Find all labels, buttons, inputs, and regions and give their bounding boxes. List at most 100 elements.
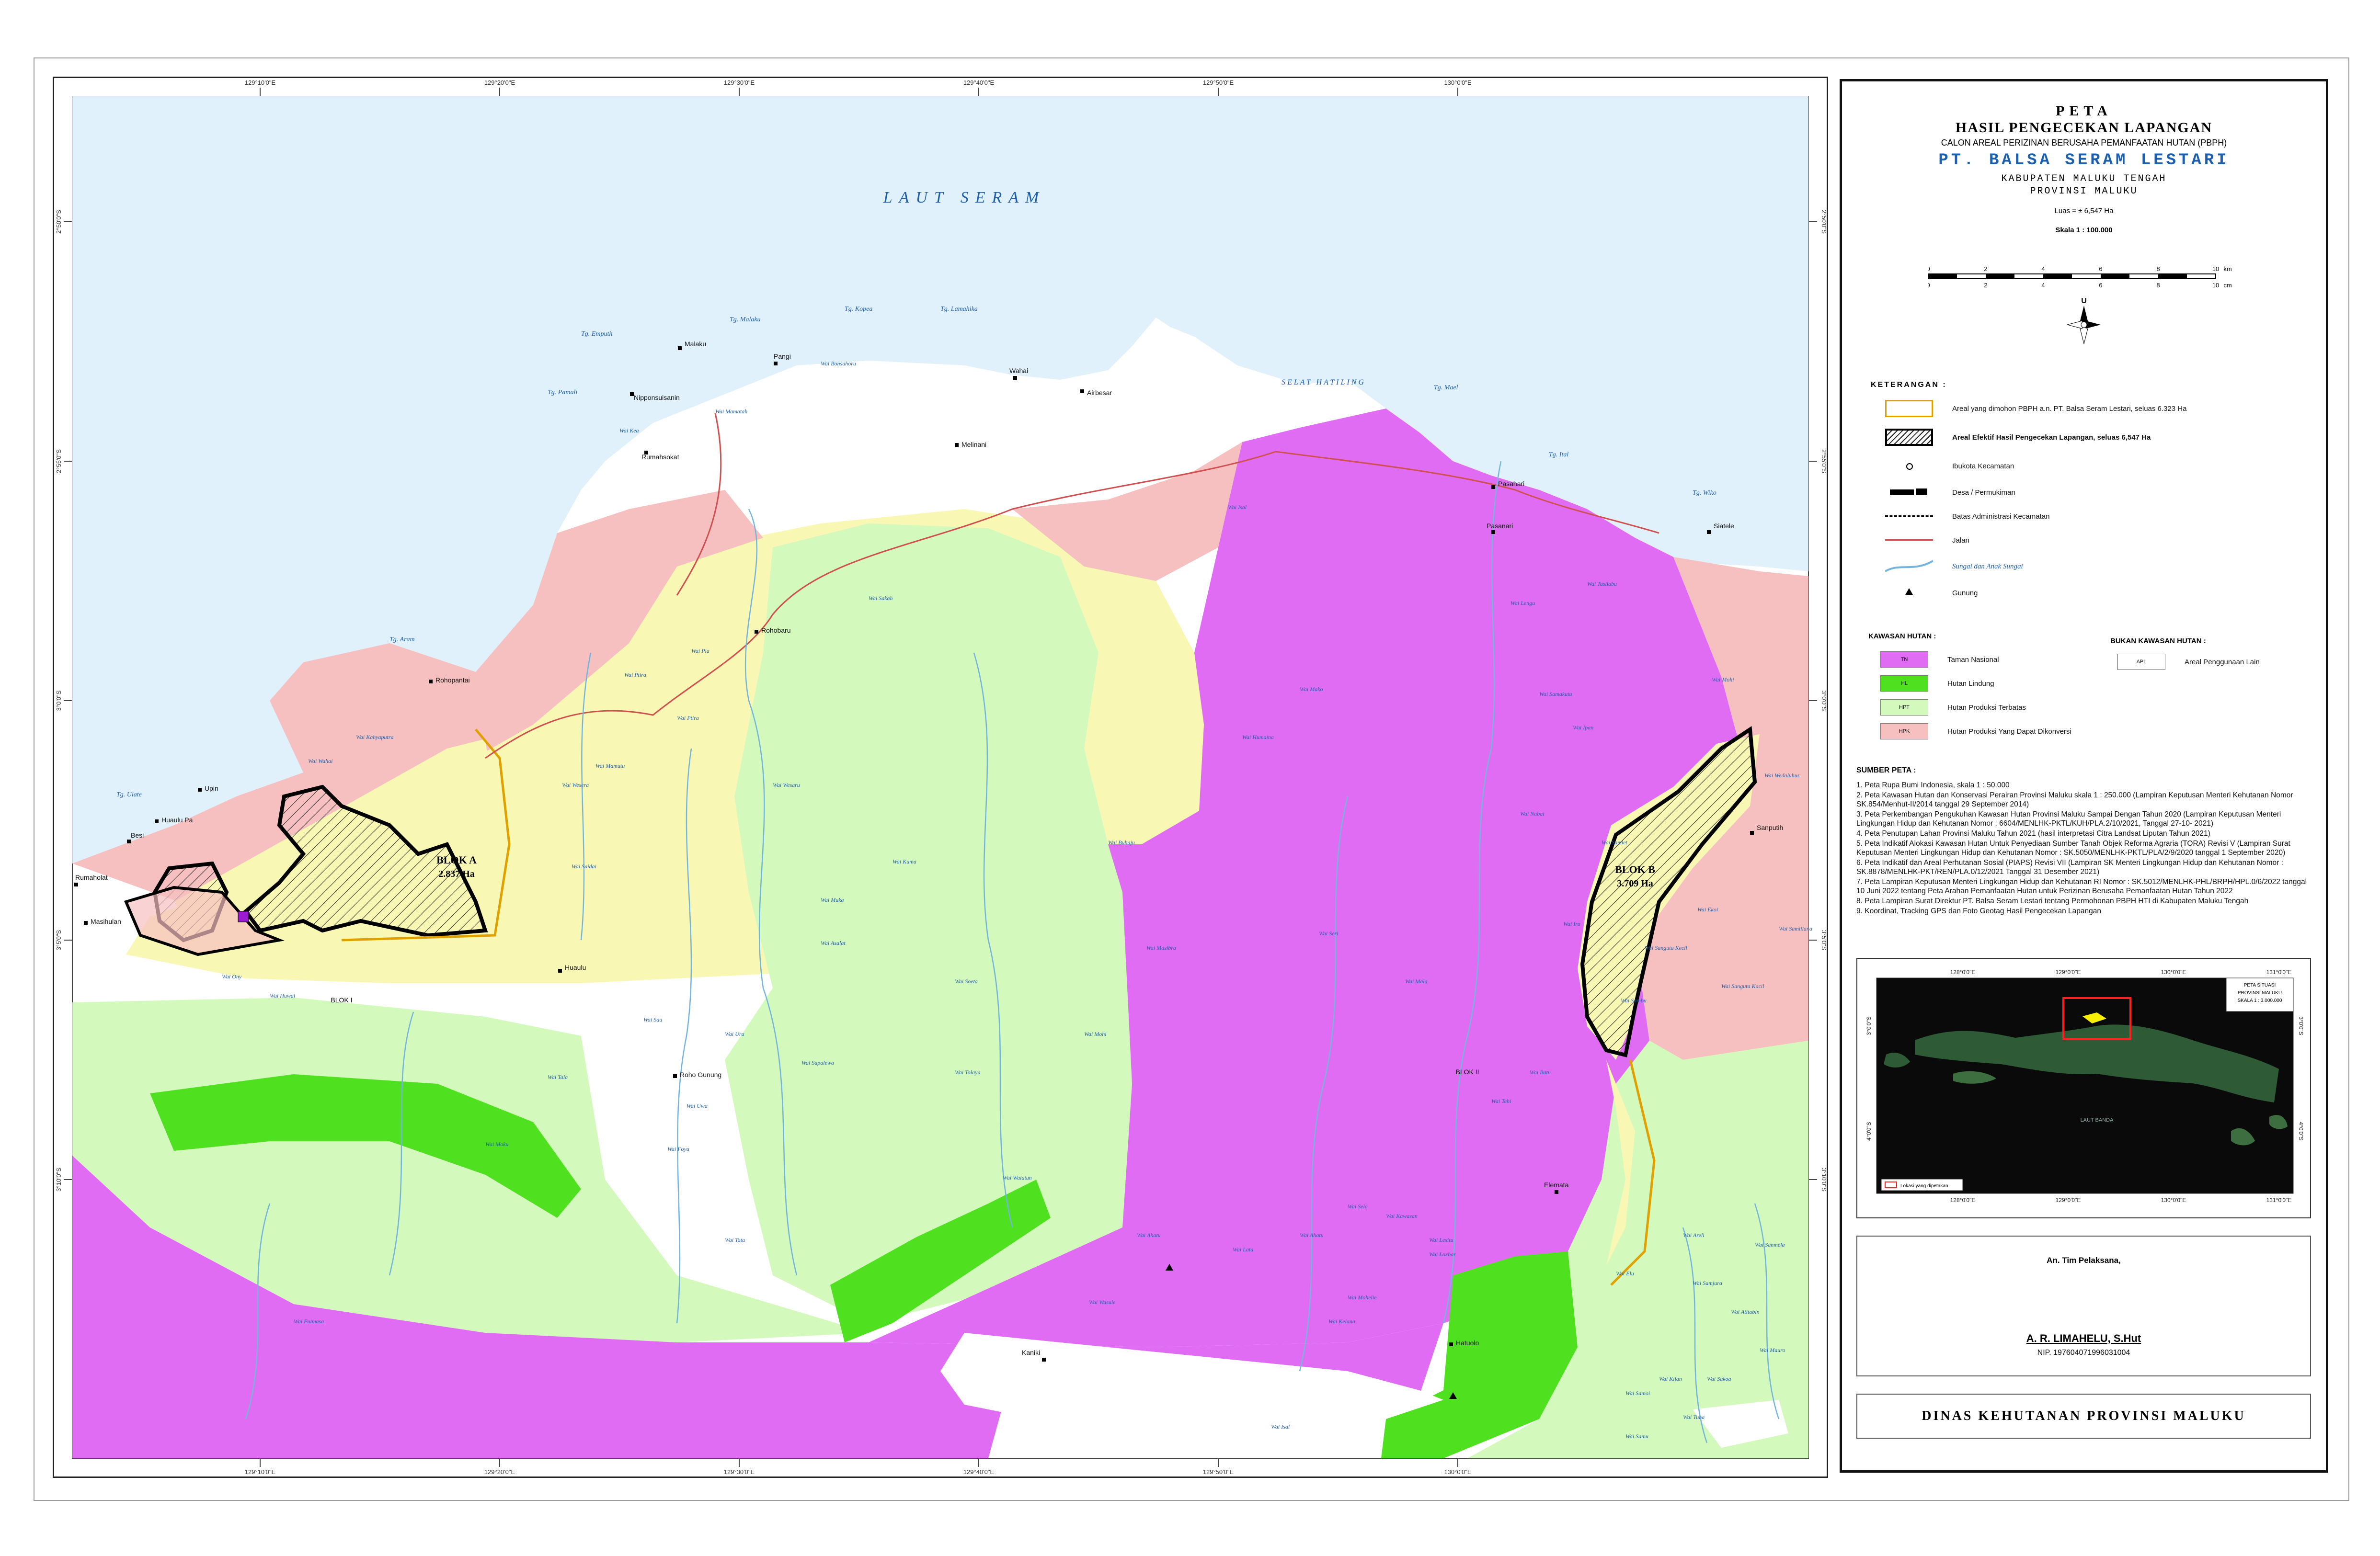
lon-tick-label: 129°40'0"E xyxy=(963,1468,995,1476)
svg-text:3°0'0"S: 3°0'0"S xyxy=(1865,1016,1872,1035)
river-label: Wai Samlilana xyxy=(1779,925,1812,932)
source-item: 4. Peta Penutupan Lahan Provinsi Maluku … xyxy=(1856,829,2210,838)
svg-text:130°0'0"E: 130°0'0"E xyxy=(2161,969,2186,976)
legend-label: Gunung xyxy=(1952,589,1978,597)
hpk-swatch: HPK xyxy=(1880,723,1928,739)
lon-tick-label: 129°40'0"E xyxy=(963,79,995,86)
svg-text:Masihulan: Masihulan xyxy=(91,918,121,925)
hpt-swatch: HPT xyxy=(1880,699,1928,716)
legend-label: Hutan Lindung xyxy=(1947,679,1994,688)
river-label: Wai Kea xyxy=(619,427,639,434)
river-label: Wai Mala xyxy=(1405,978,1428,985)
legend-label: Hutan Produksi Terbatas xyxy=(1947,703,2026,712)
svg-text:2: 2 xyxy=(1984,282,1987,289)
river-label: Wai Ptira xyxy=(624,671,646,678)
svg-text:PROVINSI MALUKU: PROVINSI MALUKU xyxy=(2238,990,2282,996)
apl-swatch: APL xyxy=(2117,654,2165,670)
lat-tick-label: 3°10'0"S xyxy=(1820,1168,1827,1192)
map-frame: 129°10'0"E 129°20'0"E 129°30'0"E 129°40'… xyxy=(53,77,1828,1478)
river-label: Wai Ura xyxy=(725,1031,744,1037)
tn-swatch: TN xyxy=(1880,651,1928,668)
signer-nip: NIP. 197604071996031004 xyxy=(2037,1349,2130,1357)
river-label: Wai Ptira xyxy=(677,715,699,721)
source-item: 7. Peta Lampiran Keputusan Menteri Lingk… xyxy=(1856,878,2307,895)
source-item: 5. Peta Indikatif Alokasi Kawasan Hutan … xyxy=(1856,840,2290,857)
legend-title: KETERANGAN : xyxy=(1871,381,1947,389)
svg-text:Besi: Besi xyxy=(131,831,144,839)
svg-text:130°0'0"E: 130°0'0"E xyxy=(2161,1197,2186,1204)
river-label: Wai Ahatu xyxy=(1137,1232,1161,1238)
river-label: Wai Mohelie xyxy=(1348,1294,1377,1301)
cape-label: Tg. Ital xyxy=(1549,451,1568,458)
mountain-icon xyxy=(1885,584,1933,602)
svg-text:Pangi: Pangi xyxy=(774,352,791,360)
cape-label: Tg. Emputh xyxy=(581,330,612,338)
village-marker: Roho Gunung xyxy=(673,1071,721,1079)
river-icon xyxy=(1884,558,1934,575)
lon-tick-label: 129°10'0"E xyxy=(245,79,276,86)
river-label: Wai Buhaju xyxy=(1108,839,1135,846)
lat-tick-label: 3°0'0"S xyxy=(55,690,62,711)
area-text: Luas = ± 6,547 Ha xyxy=(2054,207,2114,215)
svg-text:10: 10 xyxy=(2212,265,2219,273)
province-name: PROVINSI MALUKU xyxy=(2030,186,2138,197)
lat-tick-label: 3°5'0"S xyxy=(55,930,62,950)
svg-text:0: 0 xyxy=(1928,282,1930,289)
river-label: Wai Kuma xyxy=(892,858,916,865)
river-label: Wai Lesitu xyxy=(1429,1237,1453,1243)
pbph-symbol xyxy=(1885,400,1933,417)
legend-panel: PETA HASIL PENGECEKAN LAPANGAN CALON ARE… xyxy=(1840,79,2328,1473)
river-label: Wai Tasilabu xyxy=(1587,580,1617,587)
scale-bar: 0 2 4 6 8 10 km 0 2 4 6 8 10 cm xyxy=(1926,263,2231,292)
river-label: Wai Sanguta Kacil xyxy=(1721,983,1764,989)
river-label: Wai Sapalewa xyxy=(801,1059,834,1066)
river-label: Wai Mohi xyxy=(1084,1031,1107,1037)
river-label: Wai Muka xyxy=(821,897,844,903)
lat-tick-label: 2°55'0"S xyxy=(1820,449,1827,473)
river-label: Wai Wedaluhus xyxy=(1764,772,1800,779)
svg-text:10: 10 xyxy=(2212,282,2219,289)
river-label: Wai Tolaya xyxy=(955,1069,980,1076)
river-label: Wai Mako xyxy=(1300,686,1323,693)
legend-label: Areal yang dimohon PBPH a.n. PT. Balsa S… xyxy=(1952,404,2187,413)
river-label: Wai Areli xyxy=(1683,1232,1705,1238)
legend-tn: TN Taman Nasional xyxy=(1880,651,1999,668)
svg-text:6: 6 xyxy=(2099,282,2102,289)
effective-area-symbol xyxy=(1885,429,1933,446)
river-label: Wai Huwal xyxy=(270,992,296,999)
river-label: Wai Loxbar xyxy=(1429,1251,1456,1258)
river-label: Wai Tehi xyxy=(1491,1098,1511,1104)
legend-label: Taman Nasional xyxy=(1947,655,1999,664)
svg-text:131°0'0"E: 131°0'0"E xyxy=(2266,969,2292,976)
svg-text:Rumaholat: Rumaholat xyxy=(75,874,108,881)
svg-text:3°0'0"S: 3°0'0"S xyxy=(2298,1016,2304,1035)
river-label: Wai Mauro xyxy=(1760,1347,1785,1353)
river-label: Wai Asalat xyxy=(821,940,846,946)
regency-name: KABUPATEN MALUKU TENGAH xyxy=(2001,173,2167,184)
river-label: Wai Kahyaputra xyxy=(356,734,394,740)
river-label: Wai Humaina xyxy=(1242,734,1274,740)
svg-text:SKALA 1 : 3.000.000: SKALA 1 : 3.000.000 xyxy=(2238,998,2282,1003)
cape-label: Tg. Aram xyxy=(389,636,415,643)
river-label: Wai Sakah xyxy=(869,595,893,602)
river-label: Wai Ira xyxy=(1563,920,1580,927)
river-label: Wai Lata xyxy=(1233,1246,1253,1253)
river-label: Wai Saidai xyxy=(572,863,596,870)
river-label: Wai Atitabin xyxy=(1731,1308,1760,1315)
signer-name: A. R. LIMAHELU, S.Hut xyxy=(2026,1332,2141,1344)
district-capital-icon xyxy=(1885,457,1933,475)
river-label: Wai Moku xyxy=(485,1141,509,1147)
svg-text:Elemata: Elemata xyxy=(1544,1181,1569,1189)
lat-tick-label: 2°50'0"S xyxy=(55,210,62,234)
river-label: Wai Isal xyxy=(1228,504,1247,511)
river-label: Wai Soeta xyxy=(955,978,978,985)
legend-label: Hutan Produksi Yang Dapat Dikonversi xyxy=(1947,727,2071,736)
svg-text:0: 0 xyxy=(1928,265,1930,273)
river-label: Wai Seri xyxy=(1319,930,1339,937)
svg-text:Malaku: Malaku xyxy=(685,340,706,348)
map-title-peta: PETA xyxy=(2056,103,2112,119)
lat-tick-label: 3°10'0"S xyxy=(55,1168,62,1192)
svg-text:Huaulu: Huaulu xyxy=(565,964,586,971)
village-marker: Nipponsuisanin xyxy=(630,392,680,401)
legend-label: Areal Penggunaan Lain xyxy=(2185,658,2260,666)
